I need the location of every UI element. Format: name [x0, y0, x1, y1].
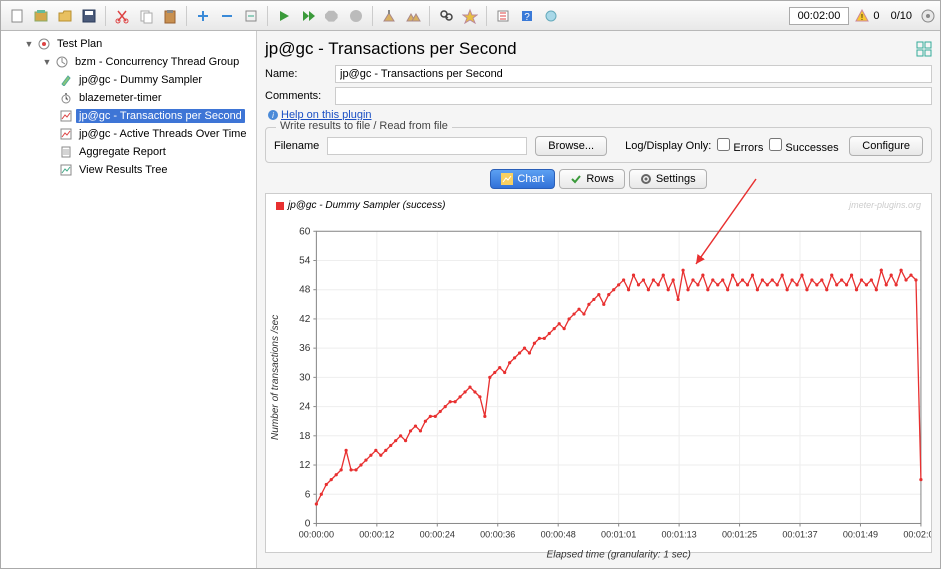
- threadgroup-icon: [55, 55, 69, 69]
- expand-icon[interactable]: [192, 5, 214, 27]
- name-label: Name:: [265, 68, 335, 80]
- graph-icon: [59, 109, 73, 123]
- reset-search-icon[interactable]: [459, 5, 481, 27]
- expand-all-icon[interactable]: [916, 41, 932, 57]
- chart-legend: jp@gc - Dummy Sampler (success): [276, 200, 445, 211]
- svg-text:6: 6: [305, 489, 311, 500]
- settings-tab-icon: [640, 173, 652, 185]
- tab-rows[interactable]: Rows: [559, 169, 625, 189]
- svg-text:00:00:36: 00:00:36: [480, 530, 515, 540]
- filename-label: Filename: [274, 140, 319, 152]
- svg-text:48: 48: [299, 285, 311, 296]
- testplan-icon: [37, 37, 51, 51]
- warning-count: 0: [873, 10, 879, 22]
- clear-all-icon[interactable]: [402, 5, 424, 27]
- chart-tab-icon: [501, 173, 513, 185]
- svg-text:i: i: [272, 111, 274, 120]
- status-bar: ! 0 0/10: [855, 8, 936, 24]
- comments-input[interactable]: [335, 87, 932, 105]
- svg-text:0: 0: [305, 518, 311, 529]
- warning-icon: !: [855, 9, 869, 23]
- report-icon: [59, 145, 73, 159]
- tree-item[interactable]: Aggregate Report: [76, 145, 169, 159]
- svg-text:00:01:49: 00:01:49: [843, 530, 878, 540]
- help-icon[interactable]: ?: [516, 5, 538, 27]
- svg-text:00:00:48: 00:00:48: [541, 530, 576, 540]
- paste-icon[interactable]: [159, 5, 181, 27]
- graph-icon: [59, 127, 73, 141]
- name-input[interactable]: [335, 65, 932, 83]
- test-plan-tree[interactable]: ▼ Test Plan ▼ bzm - Concurrency Thread G…: [1, 31, 257, 568]
- tab-settings[interactable]: Settings: [629, 169, 707, 189]
- svg-text:00:00:24: 00:00:24: [420, 530, 455, 540]
- rows-tab-icon: [570, 173, 582, 185]
- svg-text:12: 12: [299, 460, 311, 471]
- svg-text:00:01:01: 00:01:01: [601, 530, 636, 540]
- tree-root-label[interactable]: Test Plan: [54, 37, 105, 51]
- function-icon[interactable]: [492, 5, 514, 27]
- tab-chart[interactable]: Chart: [490, 169, 555, 189]
- svg-text:60: 60: [299, 226, 311, 237]
- svg-text:00:00:00: 00:00:00: [299, 530, 334, 540]
- svg-text:!: !: [861, 13, 863, 22]
- comments-label: Comments:: [265, 90, 335, 102]
- tree-toggle-icon[interactable]: ▼: [41, 56, 53, 68]
- successes-checkbox[interactable]: Successes: [769, 138, 838, 154]
- stop-icon[interactable]: [321, 5, 343, 27]
- open-icon[interactable]: [54, 5, 76, 27]
- cut-icon[interactable]: [111, 5, 133, 27]
- chart-svg: 0 6 12 18 24 30 36 42 48 54 60 00:00:00 00:00:12 00:0…: [266, 216, 931, 568]
- timer-icon: [59, 91, 73, 105]
- filename-input[interactable]: [327, 137, 527, 155]
- elapsed-time: 00:02:00: [789, 7, 850, 25]
- svg-text:Elapsed time (granularity: 1 s: Elapsed time (granularity: 1 sec): [547, 550, 691, 561]
- browse-button[interactable]: Browse...: [535, 136, 607, 156]
- svg-text:00:01:13: 00:01:13: [661, 530, 696, 540]
- tree-toggle-icon[interactable]: ▼: [23, 38, 35, 50]
- search-icon[interactable]: [435, 5, 457, 27]
- watermark: jmeter-plugins.org: [849, 200, 921, 210]
- svg-text:42: 42: [299, 314, 311, 325]
- svg-text:00:01:37: 00:01:37: [782, 530, 817, 540]
- editor-title: jp@gc - Transactions per Second: [265, 39, 517, 59]
- thread-dump-icon[interactable]: [540, 5, 562, 27]
- svg-text:?: ?: [524, 12, 530, 23]
- threads-icon: [920, 8, 936, 24]
- svg-text:30: 30: [299, 372, 311, 383]
- clear-icon[interactable]: [378, 5, 400, 27]
- svg-text:Number of transactions /sec: Number of transactions /sec: [270, 315, 281, 440]
- svg-text:36: 36: [299, 343, 311, 354]
- run-icon[interactable]: [273, 5, 295, 27]
- svg-text:00:00:12: 00:00:12: [359, 530, 394, 540]
- shutdown-icon[interactable]: [345, 5, 367, 27]
- tree-item[interactable]: View Results Tree: [76, 163, 170, 177]
- collapse-icon[interactable]: [216, 5, 238, 27]
- svg-text:00:02:02: 00:02:02: [903, 530, 931, 540]
- tree-item[interactable]: jp@gc - Dummy Sampler: [76, 73, 205, 87]
- thread-count: 0/10: [891, 10, 912, 22]
- resultstree-icon: [59, 163, 73, 177]
- errors-checkbox[interactable]: Errors: [717, 138, 763, 154]
- templates-icon[interactable]: [30, 5, 52, 27]
- chart-area: jp@gc - Dummy Sampler (success) jmeter-p…: [265, 193, 932, 553]
- tree-item-selected[interactable]: jp@gc - Transactions per Second: [76, 109, 245, 123]
- tree-item[interactable]: blazemeter-timer: [76, 91, 165, 105]
- sampler-icon: [59, 73, 73, 87]
- new-icon[interactable]: [6, 5, 28, 27]
- toggle-icon[interactable]: [240, 5, 262, 27]
- save-icon[interactable]: [78, 5, 100, 27]
- run-noTimers-icon[interactable]: [297, 5, 319, 27]
- svg-text:54: 54: [299, 256, 311, 267]
- configure-button[interactable]: Configure: [849, 136, 923, 156]
- tree-group-label[interactable]: bzm - Concurrency Thread Group: [72, 55, 242, 69]
- copy-icon[interactable]: [135, 5, 157, 27]
- svg-text:18: 18: [299, 431, 311, 442]
- tree-item[interactable]: jp@gc - Active Threads Over Time: [76, 127, 249, 141]
- svg-text:24: 24: [299, 402, 311, 413]
- legend-marker: [276, 202, 284, 210]
- fieldset-legend: Write results to file / Read from file: [276, 120, 452, 132]
- logdisplay-label: Log/Display Only:: [625, 140, 711, 152]
- svg-text:00:01:25: 00:01:25: [722, 530, 757, 540]
